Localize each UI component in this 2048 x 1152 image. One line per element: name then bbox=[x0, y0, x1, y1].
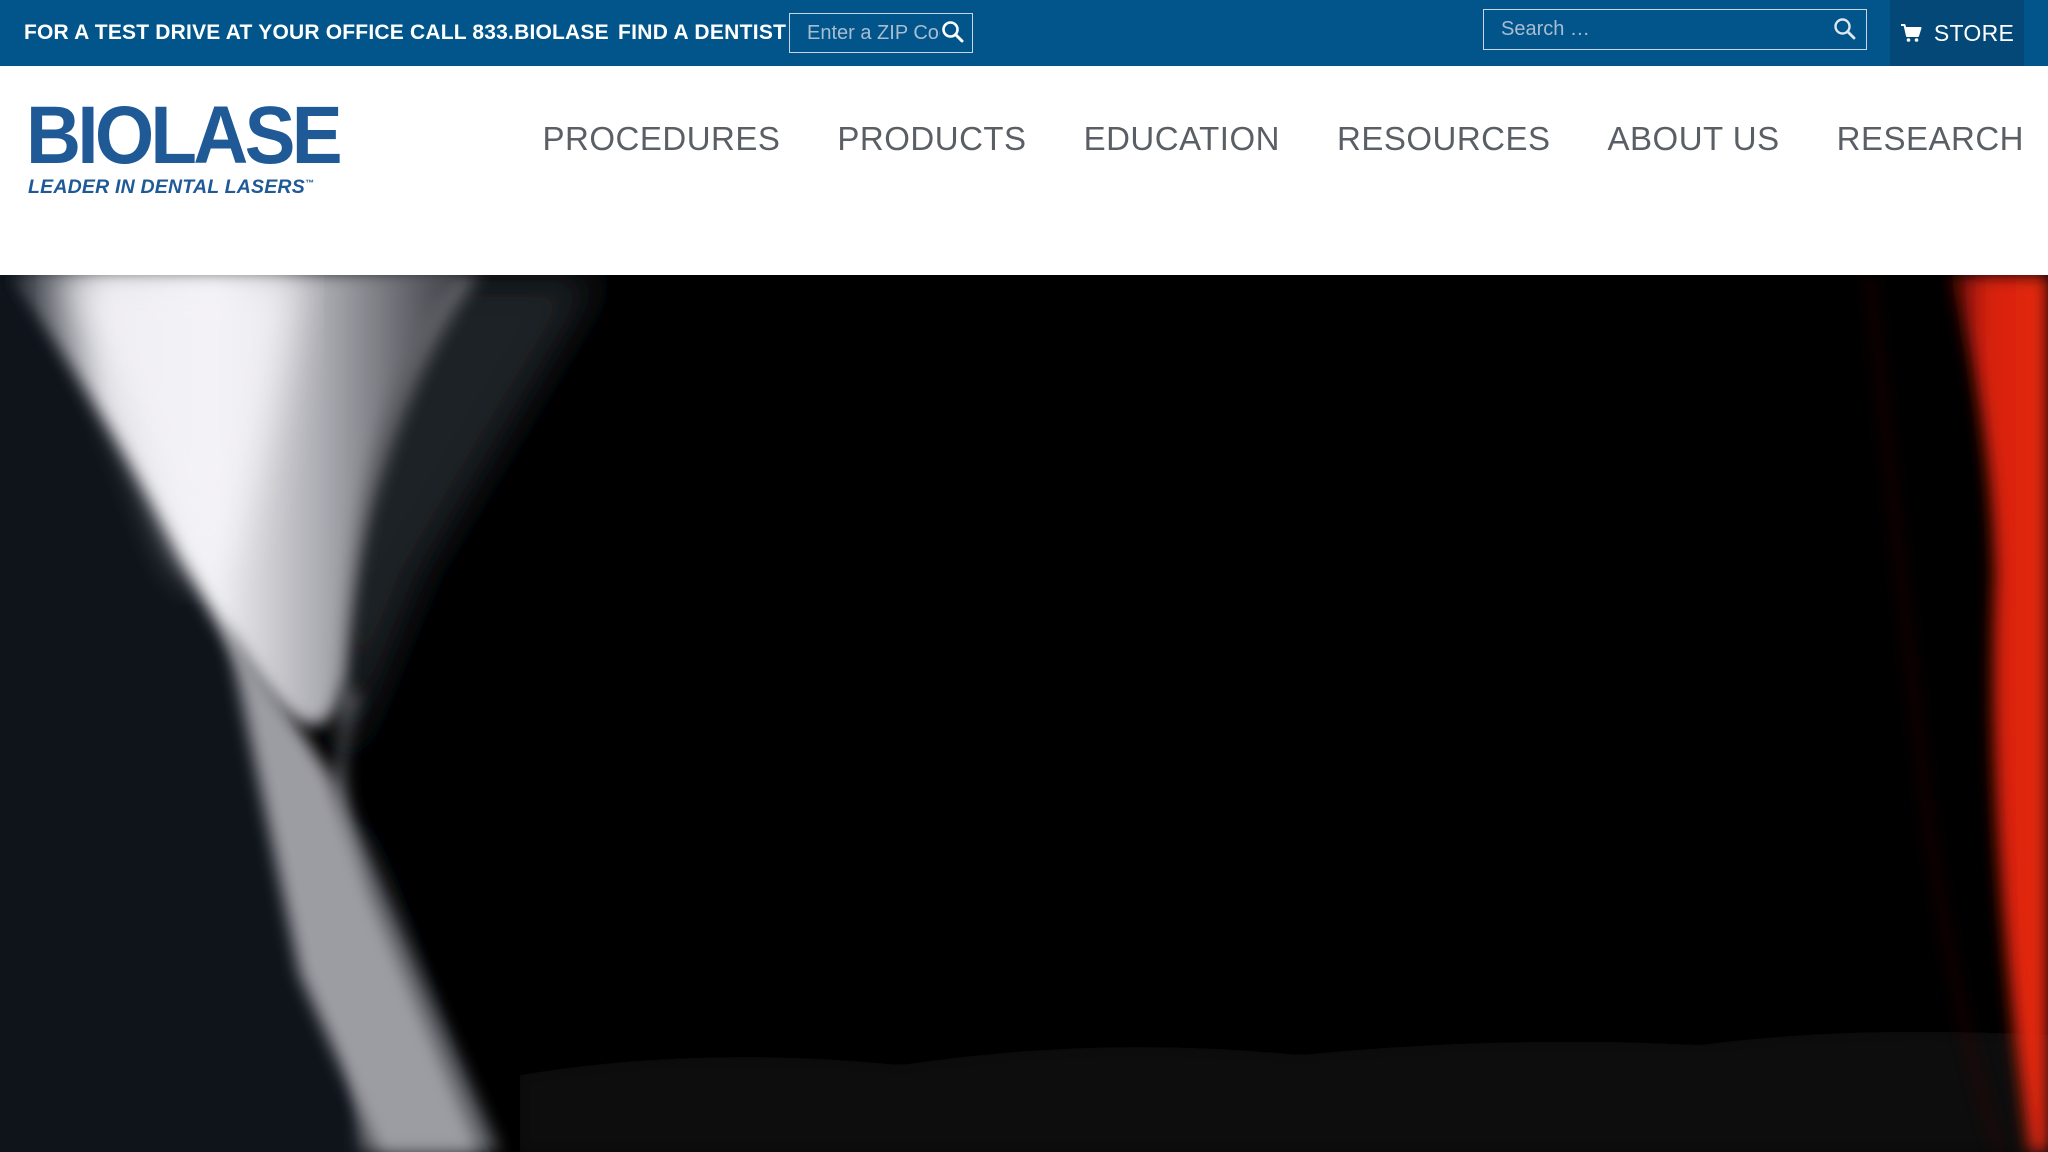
biolase-logo[interactable]: BIOLASE LEADER IN DENTAL LASERS™ bbox=[26, 95, 343, 200]
hero-banner bbox=[0, 275, 2048, 1152]
hero-image bbox=[0, 275, 2048, 1152]
nav-item-procedures[interactable]: PROCEDURES bbox=[543, 120, 781, 158]
shopping-cart-icon bbox=[1900, 24, 1922, 42]
store-label: STORE bbox=[1933, 19, 2015, 46]
nav-item-products[interactable]: PRODUCTS bbox=[837, 120, 1026, 158]
store-button[interactable]: STORE bbox=[1890, 0, 2024, 66]
logo-tagline: LEADER IN DENTAL LASERS™ bbox=[28, 176, 315, 198]
site-header: BIOLASE LEADER IN DENTAL LASERS™ PROCEDU… bbox=[0, 66, 2048, 275]
top-utility-bar: FOR A TEST DRIVE AT YOUR OFFICE CALL 833… bbox=[0, 0, 2048, 66]
zip-code-search bbox=[789, 13, 973, 53]
search-icon[interactable] bbox=[940, 19, 966, 45]
nav-item-education[interactable]: EDUCATION bbox=[1084, 120, 1280, 158]
nav-item-about-us[interactable]: ABOUT US bbox=[1608, 120, 1780, 158]
site-search-input[interactable] bbox=[1484, 10, 1824, 49]
logo-wordmark: BIOLASE bbox=[26, 90, 343, 181]
nav-item-research[interactable]: RESEARCH bbox=[1837, 120, 2024, 158]
main-navigation: PROCEDURES PRODUCTS EDUCATION RESOURCES … bbox=[543, 120, 2024, 158]
zip-code-input[interactable] bbox=[790, 14, 940, 52]
site-search bbox=[1483, 9, 1867, 50]
search-icon[interactable] bbox=[1832, 16, 1858, 42]
test-drive-promo[interactable]: FOR A TEST DRIVE AT YOUR OFFICE CALL 833… bbox=[24, 0, 609, 66]
find-a-dentist-label: FIND A DENTIST bbox=[618, 21, 787, 44]
nav-item-resources[interactable]: RESOURCES bbox=[1337, 120, 1551, 158]
